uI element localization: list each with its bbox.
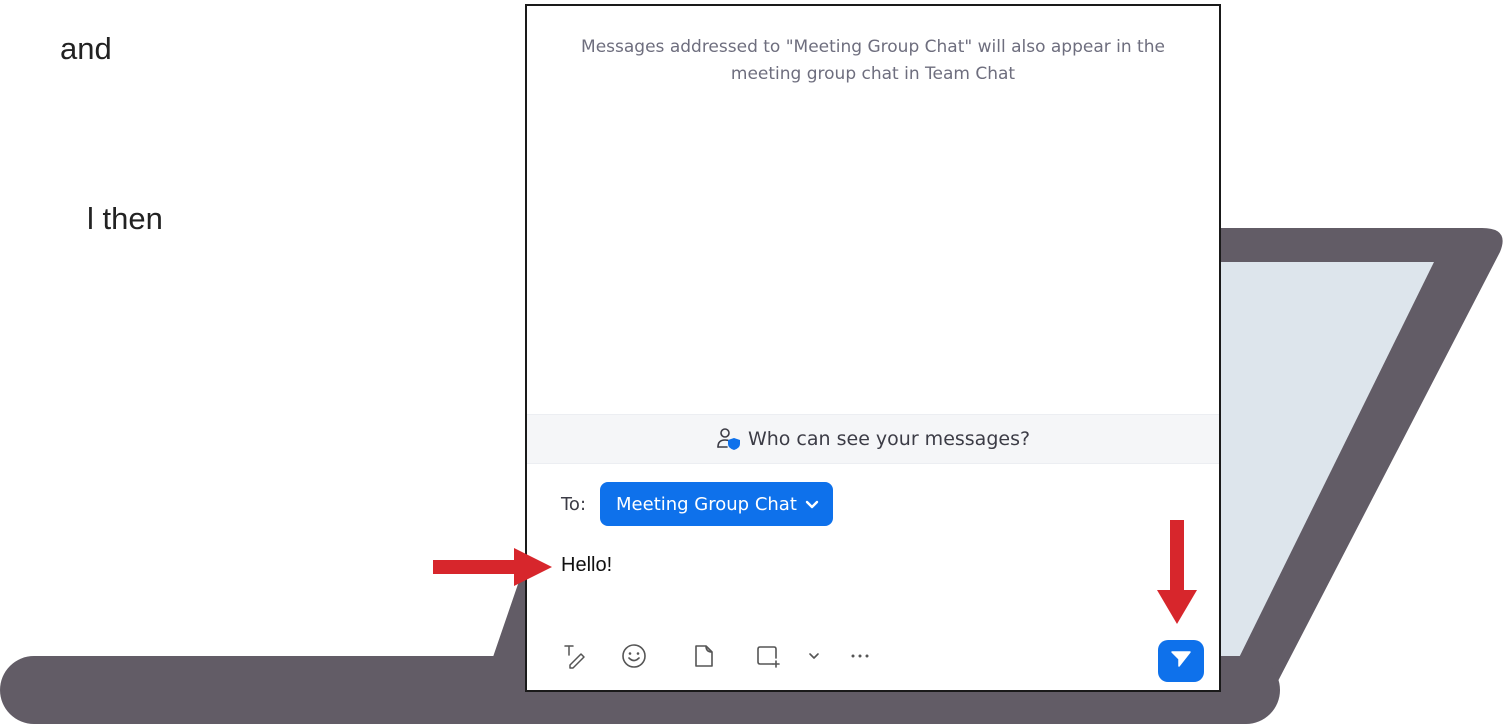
emoji-icon[interactable]	[620, 642, 648, 670]
background-text-line2: l then	[87, 201, 163, 236]
send-button[interactable]	[1158, 640, 1204, 682]
privacy-info-link[interactable]: Who can see your messages?	[527, 414, 1219, 464]
composer-toolbar	[561, 642, 874, 670]
screenshot-icon[interactable]	[754, 642, 782, 670]
background-text-line1: and	[60, 31, 112, 66]
laptop-screen	[1220, 262, 1434, 680]
more-icon[interactable]	[846, 642, 874, 670]
recipient-row: To: Meeting Group Chat	[561, 482, 833, 526]
message-input[interactable]: Hello!	[561, 554, 612, 577]
file-icon[interactable]	[690, 642, 718, 670]
send-icon	[1170, 650, 1192, 672]
recipient-label: Meeting Group Chat	[616, 493, 797, 515]
person-shield-icon	[716, 426, 742, 452]
chevron-down-icon[interactable]	[800, 642, 828, 670]
format-text-icon[interactable]	[561, 642, 589, 670]
to-label: To:	[561, 493, 587, 515]
chevron-down-icon	[805, 494, 819, 515]
team-chat-notice: Messages addressed to "Meeting Group Cha…	[581, 37, 1165, 84]
privacy-link-label: Who can see your messages?	[747, 428, 1031, 450]
recipient-dropdown[interactable]: Meeting Group Chat	[600, 482, 833, 526]
chat-panel: Messages addressed to "Meeting Group Cha…	[525, 4, 1221, 692]
